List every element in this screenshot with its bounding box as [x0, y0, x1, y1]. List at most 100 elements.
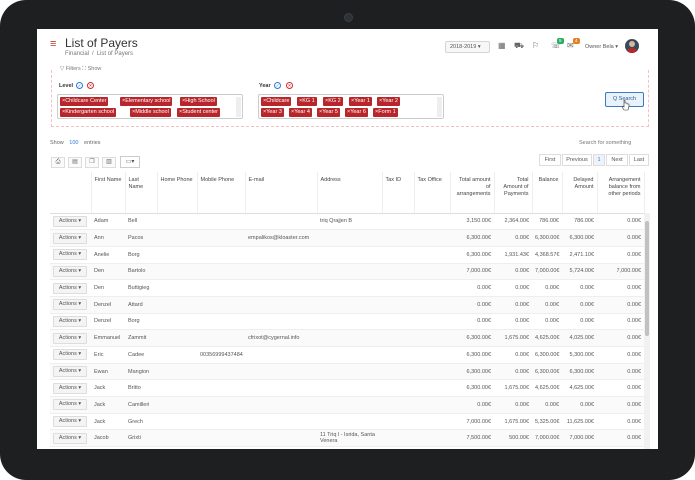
actions-dropdown-button[interactable]: Actions ▾ — [53, 416, 87, 428]
level-tag[interactable]: ×Childcare Center — [60, 97, 109, 106]
column-header[interactable]: Total amount of arrangements — [450, 172, 495, 214]
level-tag-input[interactable]: ×Childcare Center ×Elementary school ×Hi… — [57, 94, 243, 119]
table-cell: Jacob — [91, 429, 125, 448]
copy-icon[interactable]: ❐ — [85, 157, 99, 168]
actions-dropdown-button[interactable]: Actions ▾ — [53, 399, 87, 411]
level-tag[interactable]: ×Middle school — [130, 108, 171, 117]
pager-page-1[interactable]: 1 — [593, 154, 605, 166]
actions-dropdown-button[interactable]: Actions ▾ — [53, 315, 87, 327]
actions-dropdown-button[interactable]: Actions ▾ — [53, 232, 87, 244]
table-cell — [414, 346, 450, 364]
level-tag-scrollbar[interactable] — [236, 97, 241, 117]
table-scrollbar[interactable] — [644, 213, 650, 449]
level-tag[interactable]: ×Elementary school — [120, 97, 173, 106]
table-cell: 4,625.00€ — [532, 329, 562, 347]
year-select[interactable]: 2018-2019 ▾ — [445, 41, 490, 53]
column-visibility-button[interactable]: ▭▾ — [120, 156, 140, 168]
table-cell — [414, 296, 450, 314]
pager-next[interactable]: Next — [606, 154, 628, 166]
level-clear-icon[interactable]: ✕ — [87, 82, 94, 89]
column-header[interactable]: Total Amount of Payments — [494, 172, 533, 214]
table-cell — [317, 263, 382, 281]
table-cell: 0.00€ — [597, 413, 644, 431]
actions-dropdown-button[interactable]: Actions ▾ — [53, 299, 87, 311]
table-cell — [317, 396, 382, 414]
pager-previous[interactable]: Previous — [562, 154, 592, 166]
column-header[interactable]: E-mail — [245, 172, 318, 214]
table-cell — [382, 363, 414, 381]
year-label: Year — [259, 83, 271, 89]
level-select-all-icon[interactable]: ✓ — [76, 82, 83, 89]
user-menu[interactable]: Owner Bela ▾ — [585, 44, 618, 50]
avatar[interactable] — [625, 39, 639, 53]
column-header[interactable]: Tax ID — [382, 172, 415, 214]
year-tag[interactable]: ×Form 1 — [373, 108, 398, 117]
column-header[interactable]: Last Name — [125, 172, 158, 214]
year-tag[interactable]: ×Childcare — [261, 97, 292, 106]
column-header[interactable]: Delayed Amount — [562, 172, 598, 214]
table-cell — [414, 396, 450, 414]
column-header[interactable]: First Name — [91, 172, 126, 214]
year-tag[interactable]: ×Year 5 — [317, 108, 340, 117]
cart-icon[interactable]: ⛟ — [514, 41, 524, 51]
table-row: Actions ▾ Den Buttigieg 0.00€ 0.00€ 0.00€ 0.00… — [50, 279, 644, 297]
menu-icon[interactable]: ≡ — [50, 39, 56, 50]
year-tag[interactable]: ×KG 1 — [297, 97, 317, 106]
year-tag[interactable]: ×KG 2 — [323, 97, 343, 106]
actions-dropdown-button[interactable]: Actions ▾ — [53, 432, 87, 444]
table-cell: 4,368.57€ — [532, 246, 562, 264]
table-cell — [197, 229, 245, 247]
table-scrollbar-thumb[interactable] — [645, 221, 649, 336]
calculator-icon[interactable]: ▦ — [498, 41, 506, 51]
table-cell — [157, 363, 197, 381]
column-header[interactable]: Home Phone — [157, 172, 198, 214]
year-tag-input[interactable]: ×Childcare ×KG 1 ×KG 2 ×Year 1 ×Year 2 ×… — [258, 94, 444, 119]
flag-icon[interactable]: ⚐ — [532, 41, 539, 51]
year-tag[interactable]: ×Year 6 — [345, 108, 368, 117]
column-header[interactable]: Mobile Phone — [197, 172, 246, 214]
table-cell: Grixti — [125, 429, 157, 448]
column-header[interactable]: Balance — [532, 172, 563, 214]
year-tag[interactable]: ×Year 1 — [349, 97, 372, 106]
table-search-input[interactable]: Search for something — [579, 140, 631, 146]
year-select-all-icon[interactable]: ✓ — [274, 82, 281, 89]
actions-dropdown-button[interactable]: Actions ▾ — [53, 382, 87, 394]
filters-toggle[interactable]: ▽ Filters ⛶ Show — [58, 66, 104, 73]
level-tag[interactable]: ×Kindergarten school — [60, 108, 117, 117]
actions-cell: Actions ▾ — [50, 229, 91, 247]
actions-dropdown-button[interactable]: Actions ▾ — [53, 282, 87, 294]
table-cell: Pacos — [125, 229, 157, 247]
actions-dropdown-button[interactable]: Actions ▾ — [53, 332, 87, 344]
entries-label: entries — [84, 140, 101, 146]
column-header[interactable]: Arrangement balance from other periods — [597, 172, 645, 214]
table-cell — [382, 313, 414, 331]
pager-first[interactable]: First — [539, 154, 561, 166]
excel-icon[interactable]: ▥ — [102, 157, 116, 168]
actions-cell: Actions ▾ — [50, 379, 91, 398]
pdf-icon[interactable]: ▤ — [68, 157, 82, 168]
level-tag[interactable]: ×Student center — [177, 108, 220, 117]
column-header[interactable]: Address — [317, 172, 383, 214]
tasks-badge: 4 — [573, 38, 580, 44]
breadcrumb-financial[interactable]: Financial — [65, 51, 89, 57]
table-cell — [157, 346, 197, 364]
actions-dropdown-button[interactable]: Actions ▾ — [53, 265, 87, 277]
actions-dropdown-button[interactable]: Actions ▾ — [53, 249, 87, 261]
year-tag-scrollbar[interactable] — [437, 97, 442, 117]
actions-dropdown-button[interactable]: Actions ▾ — [53, 349, 87, 361]
table-cell: Adam — [91, 213, 125, 231]
year-tag[interactable]: ×Year 3 — [261, 108, 284, 117]
year-tag[interactable]: ×Year 2 — [377, 97, 400, 106]
table-cell: 7,000.00€ — [597, 263, 644, 281]
print-icon[interactable]: ⎙ — [51, 157, 65, 168]
entries-count-select[interactable]: 100 — [69, 140, 78, 146]
year-clear-icon[interactable]: ✕ — [286, 82, 293, 89]
pager-last[interactable]: Last — [629, 154, 649, 166]
actions-dropdown-button[interactable]: Actions ▾ — [53, 215, 87, 227]
table-cell: 0.00€ — [532, 296, 562, 314]
actions-dropdown-button[interactable]: Actions ▾ — [53, 366, 87, 378]
table-cell — [157, 246, 197, 264]
level-tag[interactable]: ×High School — [180, 97, 217, 106]
column-header[interactable]: Tax Office — [414, 172, 451, 214]
year-tag[interactable]: ×Year 4 — [289, 108, 312, 117]
